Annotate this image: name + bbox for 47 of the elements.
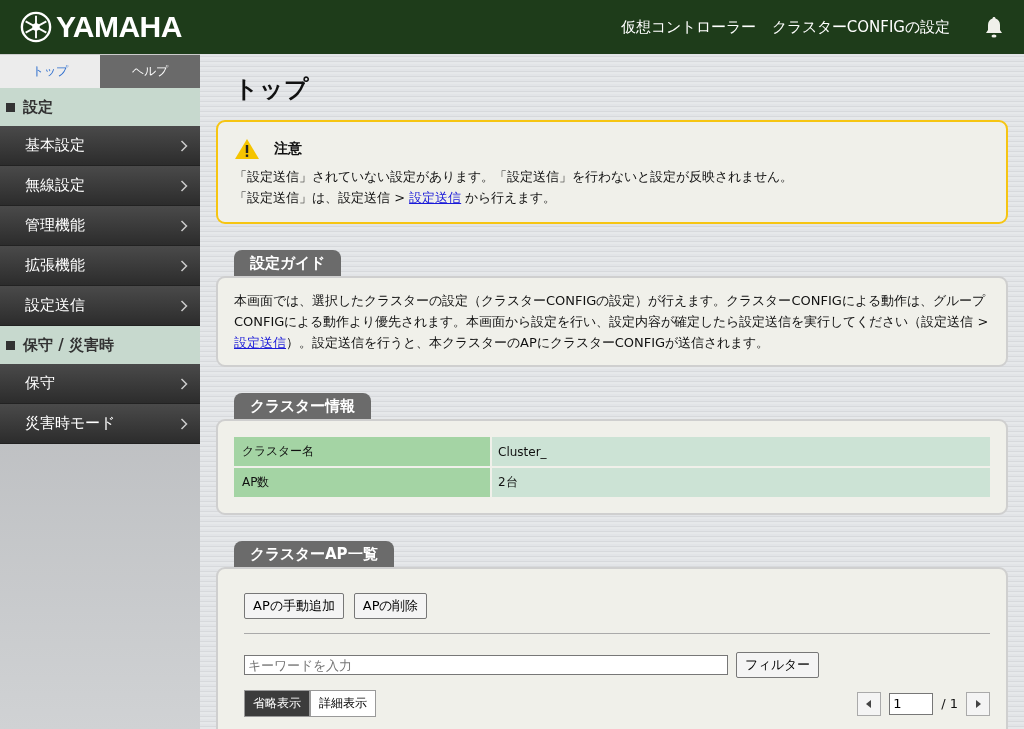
view-tab[interactable]: 省略表示 <box>244 690 310 717</box>
right-triangle-icon <box>975 699 981 708</box>
header-title: 仮想コントローラー <box>620 17 756 37</box>
logo-text: YAMAHA <box>56 10 182 44</box>
action-button[interactable]: APの削除 <box>353 593 428 619</box>
sidebar-item[interactable]: 災害時モード <box>0 404 200 444</box>
chevron-icon <box>180 179 188 192</box>
left-triangle-icon <box>866 699 873 708</box>
sidebar-item[interactable]: 保守 <box>0 364 200 404</box>
page-field[interactable]: 1 <box>889 692 934 715</box>
filter-button[interactable]: フィルター <box>736 652 819 678</box>
notice-text: 「設定送信」は、設定送信 > 設定送信 から行えます。 <box>234 189 558 207</box>
bell-icon[interactable] <box>984 15 1004 39</box>
previous-page-button[interactable] <box>857 691 882 716</box>
page-total: / 1 <box>941 696 958 711</box>
sidebar-item[interactable]: 無線設定 <box>0 166 200 206</box>
chevron-icon <box>180 299 188 312</box>
sidebar-item[interactable]: 拡張機能 <box>0 246 200 286</box>
notice-text: 「設定送信」されていない設定があります。「設定送信」を行わないと設定が反映されません。 <box>234 168 794 186</box>
send-settings-link[interactable]: 設定送信 <box>234 335 286 350</box>
table-label-cell: クラスター名 <box>234 437 490 466</box>
chevron-icon <box>180 139 188 152</box>
sidebar-section-header: 保守 / 災害時 <box>0 326 200 364</box>
sidebar-item[interactable]: 基本設定 <box>0 126 200 166</box>
header-title: クラスターCONFIGの設定 <box>771 17 950 37</box>
sidebar-item[interactable]: 設定送信 <box>0 286 200 326</box>
chevron-icon <box>180 259 188 272</box>
chevron-icon <box>180 219 188 232</box>
next-page-button[interactable] <box>966 691 990 716</box>
notice-title: 注意 <box>274 140 302 158</box>
table-label-cell: AP数 <box>234 468 490 497</box>
send-settings-link[interactable]: 設定送信 <box>409 190 462 205</box>
chevron-icon <box>180 377 188 390</box>
sidebar-item[interactable]: 管理機能 <box>0 206 200 246</box>
logo-icon <box>20 11 52 43</box>
table-value-cell: 2台 <box>492 468 990 497</box>
view-tab[interactable]: 詳細表示 <box>310 690 376 717</box>
guide-text: 本画面では、選択したクラスターの設定（クラスターCONFIGの設定）が行えます。クラスターCONFIGによる動作は、グループCONFIGによる動作より優先されます。本画面から設定を行い、設定内容が確定したら設定送信を実行してください（設定送信 > 設定送信）。設定送信を行うと、本クラスターのAPにクラスターCONFIGが送信されます。 <box>234 292 990 352</box>
sidebar-section-header: 設定 <box>0 88 200 126</box>
warning-icon <box>234 138 260 160</box>
chevron-icon <box>180 417 188 430</box>
table-value-cell: Cluster_ <box>492 437 990 466</box>
sidebar-tab[interactable]: ヘルプ <box>100 54 200 88</box>
sidebar-tab[interactable]: トップ <box>0 54 100 88</box>
action-button[interactable]: APの手動追加 <box>244 593 344 619</box>
keyword-field[interactable]: キーワードを入力 <box>244 655 728 675</box>
page-title: トップ <box>234 74 310 105</box>
